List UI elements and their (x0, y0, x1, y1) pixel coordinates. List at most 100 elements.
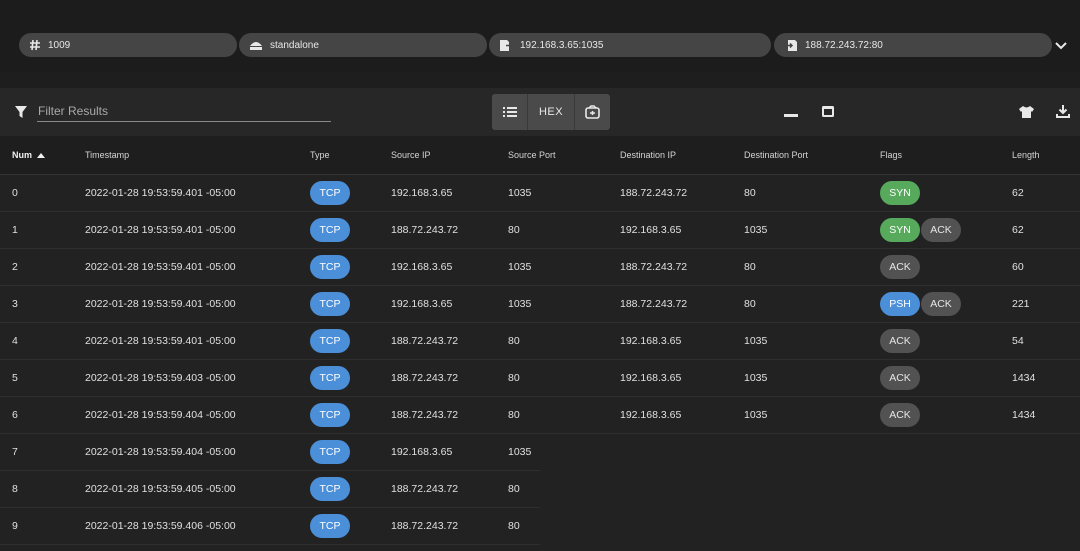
cell-source-port: 1035 (508, 446, 532, 458)
table-row[interactable]: 1 2022-01-28 19:53:59.401 -05:00 TCP 188.72… (0, 212, 1080, 249)
cell-source-ip: 188.72.243.72 (391, 520, 459, 532)
cell-source-ip: 192.168.3.65 (391, 446, 453, 458)
flag-badge-ack: ACK (880, 403, 920, 427)
chevron-down-icon[interactable] (1053, 37, 1069, 53)
cell-destination-ip: 192.168.3.65 (620, 372, 682, 384)
type-badge: TCP (310, 329, 350, 353)
source-endpoint-chip[interactable]: 192.168.3.65:1035 (489, 33, 771, 57)
table-row[interactable]: 2 2022-01-28 19:53:59.401 -05:00 TCP 192.16… (0, 249, 1080, 286)
cell-timestamp: 2022-01-28 19:53:59.401 -05:00 (85, 224, 236, 236)
table-header: Num Timestamp Type Source IP Source Port… (0, 136, 1080, 175)
cell-timestamp: 2022-01-28 19:53:59.401 -05:00 (85, 298, 236, 310)
cell-destination-port: 80 (744, 261, 756, 273)
cell-source-port: 80 (508, 224, 520, 236)
destination-endpoint-text: 188.72.243.72:80 (805, 39, 883, 51)
cell-destination-port: 1035 (744, 409, 768, 421)
table-row[interactable]: 5 2022-01-28 19:53:59.403 -05:00 TCP 188.72… (0, 360, 1080, 397)
hex-view-button[interactable]: HEX (527, 94, 575, 130)
list-icon (502, 107, 517, 117)
cell-length: 1434 (1012, 409, 1036, 421)
column-header-type[interactable]: Type (310, 150, 330, 160)
type-badge: TCP (310, 477, 350, 501)
cell-destination-port: 1035 (744, 224, 768, 236)
cell-num: 1 (12, 224, 18, 236)
column-header-source-port[interactable]: Source Port (508, 150, 556, 160)
type-badge: TCP (310, 366, 350, 390)
table-row[interactable]: 6 2022-01-28 19:53:59.404 -05:00 TCP 188.72… (0, 397, 1080, 434)
table-row[interactable]: 0 2022-01-28 19:53:59.401 -05:00 TCP 192.16… (0, 175, 1080, 212)
cell-length: 54 (1012, 335, 1024, 347)
cell-num: 2 (12, 261, 18, 273)
cell-source-ip: 188.72.243.72 (391, 335, 459, 347)
table-row[interactable]: 3 2022-01-28 19:53:59.401 -05:00 TCP 192.16… (0, 286, 1080, 323)
cell-length: 60 (1012, 261, 1024, 273)
mode-chip[interactable]: standalone (239, 33, 487, 57)
cell-destination-ip: 192.168.3.65 (620, 335, 682, 347)
cell-length: 62 (1012, 187, 1024, 199)
download-icon[interactable] (1056, 104, 1070, 119)
cell-destination-ip: 188.72.243.72 (620, 298, 688, 310)
cell-timestamp: 2022-01-28 19:53:59.403 -05:00 (85, 372, 236, 384)
cell-destination-ip: 192.168.3.65 (620, 409, 682, 421)
cell-source-ip: 192.168.3.65 (391, 187, 453, 199)
type-badge: TCP (310, 514, 350, 538)
column-header-num[interactable]: Num (12, 150, 45, 160)
decode-view-button[interactable] (575, 94, 610, 130)
list-view-button[interactable] (492, 94, 527, 130)
panel-icon[interactable] (821, 105, 835, 118)
cell-source-ip: 188.72.243.72 (391, 224, 459, 236)
obscured-region (540, 434, 1080, 551)
minimize-icon[interactable] (783, 104, 799, 118)
flag-badge-ack: ACK (880, 329, 920, 353)
cell-source-port: 1035 (508, 298, 532, 310)
cell-source-port: 80 (508, 520, 520, 532)
flag-badge-psh: PSH (880, 292, 920, 316)
cell-source-port: 80 (508, 483, 520, 495)
column-header-timestamp[interactable]: Timestamp (85, 150, 129, 160)
cell-timestamp: 2022-01-28 19:53:59.401 -05:00 (85, 261, 236, 273)
cell-destination-port: 1035 (744, 335, 768, 347)
cell-source-port: 80 (508, 335, 520, 347)
cell-timestamp: 2022-01-28 19:53:59.406 -05:00 (85, 520, 236, 532)
type-badge: TCP (310, 292, 350, 316)
column-header-num-label: Num (12, 150, 32, 160)
source-endpoint-text: 192.168.3.65:1035 (520, 39, 604, 51)
session-id-text: 1009 (48, 39, 71, 51)
type-badge: TCP (310, 181, 350, 205)
filter-results-input[interactable] (37, 101, 331, 122)
type-badge: TCP (310, 255, 350, 279)
cell-source-ip: 192.168.3.65 (391, 298, 453, 310)
hash-icon (30, 39, 40, 51)
column-header-length[interactable]: Length (1012, 150, 1040, 160)
cell-length: 1434 (1012, 372, 1036, 384)
cell-destination-port: 80 (744, 298, 756, 310)
type-badge: TCP (310, 218, 350, 242)
column-header-destination-port[interactable]: Destination Port (744, 150, 808, 160)
cell-source-ip: 188.72.243.72 (391, 372, 459, 384)
cell-destination-ip: 188.72.243.72 (620, 187, 688, 199)
destination-endpoint-chip[interactable]: 188.72.243.72:80 (774, 33, 1052, 57)
cell-num: 9 (12, 520, 18, 532)
cell-length: 221 (1012, 298, 1030, 310)
cell-timestamp: 2022-01-28 19:53:59.405 -05:00 (85, 483, 236, 495)
table-row[interactable]: 4 2022-01-28 19:53:59.401 -05:00 TCP 188.72… (0, 323, 1080, 360)
cell-destination-port: 80 (744, 187, 756, 199)
column-header-destination-ip[interactable]: Destination IP (620, 150, 676, 160)
mode-text: standalone (270, 39, 319, 51)
filter-icon (15, 106, 27, 118)
cell-source-port: 80 (508, 409, 520, 421)
tshirt-icon[interactable] (1018, 105, 1035, 119)
session-id-chip[interactable]: 1009 (19, 33, 237, 57)
column-header-flags[interactable]: Flags (880, 150, 902, 160)
source-export-icon (500, 39, 513, 51)
flag-badge-syn: SYN (880, 218, 920, 242)
cell-source-ip: 188.72.243.72 (391, 409, 459, 421)
column-header-source-ip[interactable]: Source IP (391, 150, 431, 160)
cell-timestamp: 2022-01-28 19:53:59.401 -05:00 (85, 187, 236, 199)
hex-view-label: HEX (538, 106, 564, 118)
cell-source-ip: 188.72.243.72 (391, 483, 459, 495)
flag-badge-ack: ACK (880, 366, 920, 390)
cell-num: 6 (12, 409, 18, 421)
view-mode-group: HEX (492, 94, 610, 130)
cell-num: 5 (12, 372, 18, 384)
